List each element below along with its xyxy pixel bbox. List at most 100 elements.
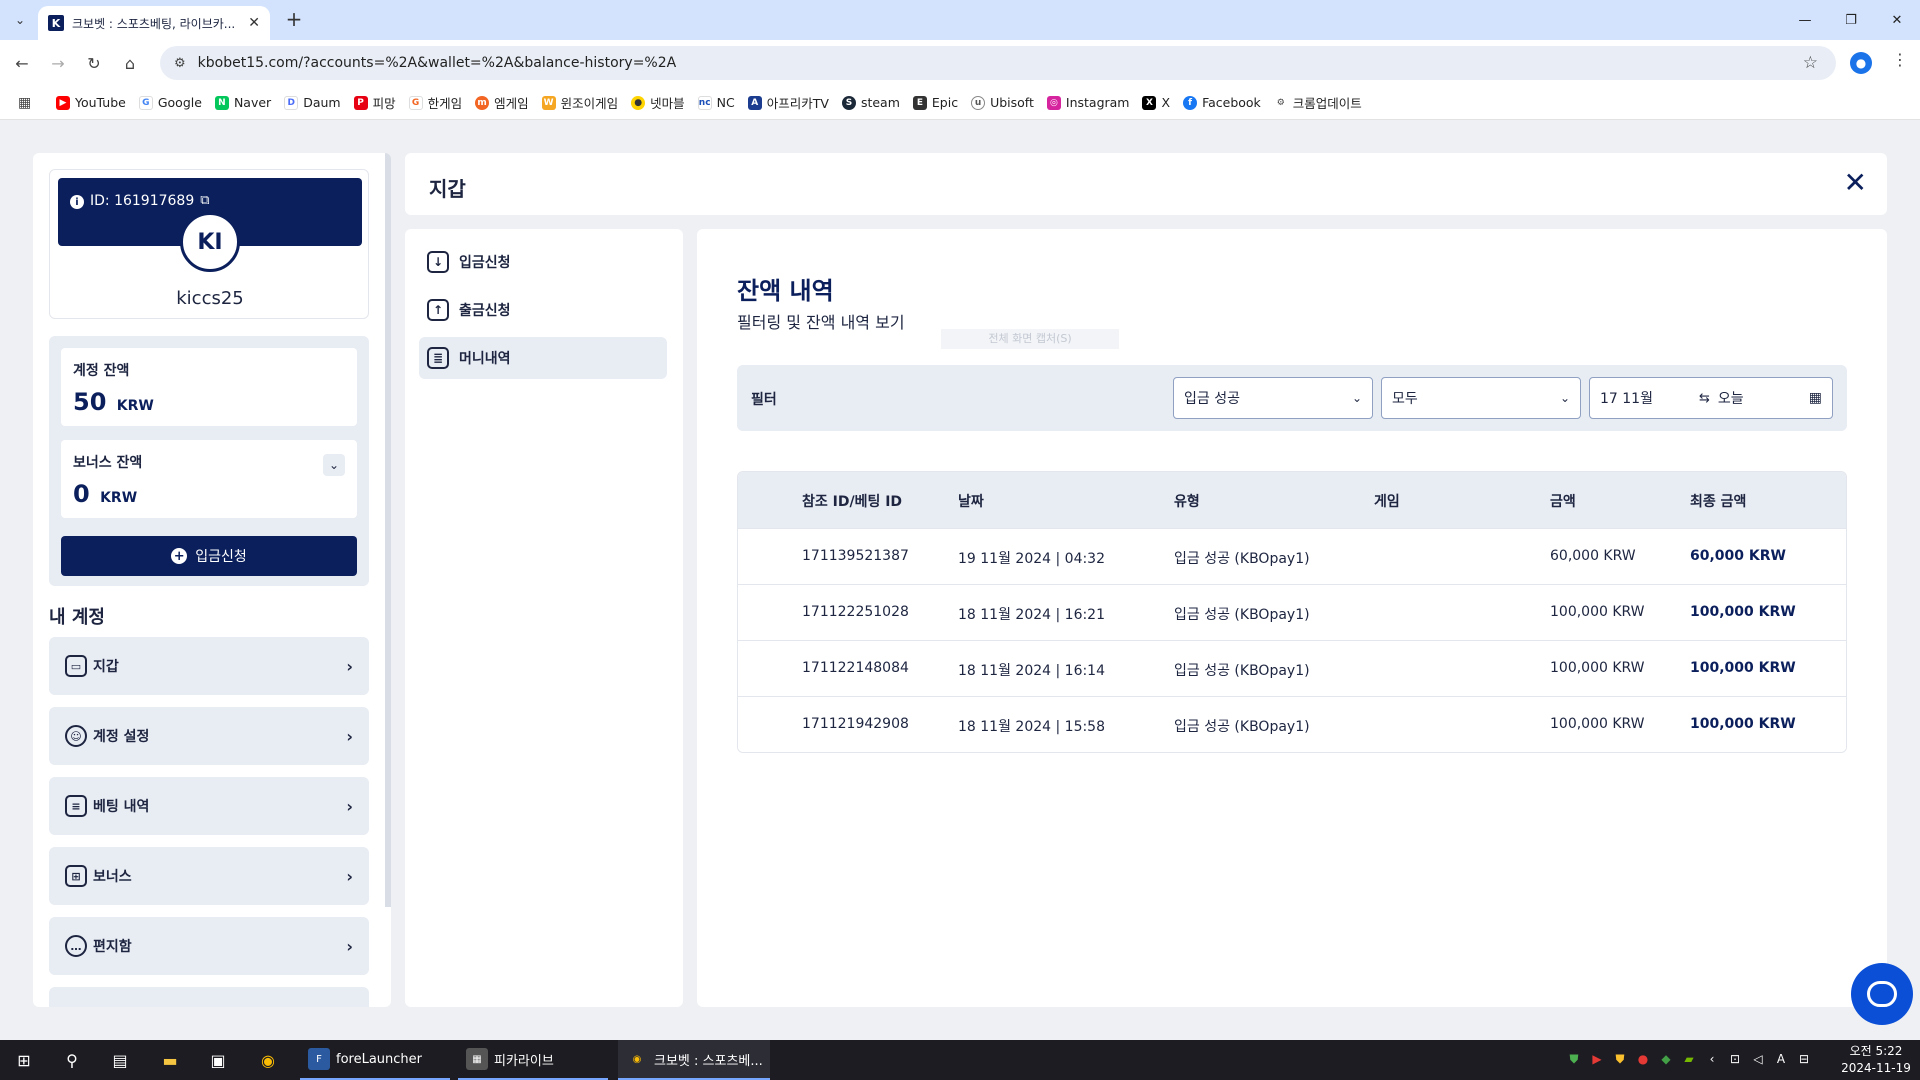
store-icon[interactable]: ▣ xyxy=(206,1048,230,1072)
taskbar-app-chrome-kbobet[interactable]: ◉ 크보벳 : 스포츠베... xyxy=(618,1040,770,1080)
bookmark-nc[interactable]: nc NC xyxy=(697,95,735,110)
live-chat-button[interactable] xyxy=(1851,963,1913,1025)
browser-menu-icon[interactable]: ⋮ xyxy=(1892,50,1908,69)
windows-start-icon[interactable]: ⊞ xyxy=(12,1048,36,1072)
my-account-title: 내 계정 xyxy=(49,607,105,628)
minimize-icon[interactable]: — xyxy=(1782,0,1828,40)
col-amount: 금액 xyxy=(1550,494,1576,510)
bookmark-ubisoft[interactable]: u Ubisoft xyxy=(971,95,1034,110)
bookmark-afreecatv[interactable]: A 아프리카TV xyxy=(747,93,829,112)
menu-item-inbox[interactable]: … 편지함 › xyxy=(49,917,369,975)
filter-game-select[interactable]: 모두 ⌄ xyxy=(1381,377,1581,419)
deposit-button[interactable]: + 입금신청 xyxy=(61,536,357,576)
upload-icon: ↑ xyxy=(427,299,449,321)
sidebar-scrollbar[interactable] xyxy=(385,153,391,907)
chevron-down-icon: ⌄ xyxy=(1351,391,1362,405)
menu-item-wallet[interactable]: ▭ 지갑 › xyxy=(49,637,369,695)
record-icon[interactable]: ● xyxy=(1633,1052,1653,1067)
tab-close-icon[interactable]: ✕ xyxy=(248,15,260,31)
shield-icon[interactable]: ⛊ xyxy=(1564,1052,1584,1067)
volume-icon[interactable]: ◁ xyxy=(1748,1052,1768,1067)
profile-avatar-icon[interactable]: ● xyxy=(1850,52,1872,74)
balance-history-table: 참조 ID/베팅 ID 날짜 유형 게임 금액 최종 금액 1711395213… xyxy=(737,471,1847,753)
nvidia-icon[interactable]: ▰ xyxy=(1679,1052,1699,1067)
search-icon[interactable]: ⚲ xyxy=(60,1048,84,1072)
col-game: 게임 xyxy=(1374,494,1400,510)
menu-item-bonus[interactable]: ⊞ 보너스 › xyxy=(49,847,369,905)
site-info-icon[interactable]: ⚙ xyxy=(174,56,186,71)
security-icon[interactable]: ⛊ xyxy=(1610,1052,1630,1067)
calendar-icon[interactable]: ▦ xyxy=(1809,390,1822,406)
date-range-picker[interactable]: 17 11월 ⇆ 오늘 ▦ xyxy=(1589,377,1833,419)
file-explorer-icon[interactable]: ▬ xyxy=(158,1048,182,1072)
reload-icon[interactable]: ↻ xyxy=(82,51,106,75)
bookmark-star-icon[interactable]: ☆ xyxy=(1803,53,1818,73)
facebook-icon: f xyxy=(1183,95,1198,110)
back-arrow-icon[interactable]: ← xyxy=(10,51,34,75)
system-clock[interactable]: 오전 5:22 2024-11-19 xyxy=(1836,1043,1916,1077)
forward-arrow-icon[interactable]: → xyxy=(46,51,70,75)
bookmark-youtube[interactable]: ▶ YouTube xyxy=(56,95,126,110)
wallet-header: 지갑 ✕ xyxy=(405,153,1887,215)
filter-type-select[interactable]: 입금 성공 ⌄ xyxy=(1173,377,1373,419)
winjoy-icon: W xyxy=(541,95,556,110)
new-tab-plus-icon[interactable]: + xyxy=(282,8,306,32)
netmarble-icon: ● xyxy=(631,95,646,110)
bookmark-mgame[interactable]: m 엠게임 xyxy=(475,93,529,112)
bonus-balance-label: 보너스 잔액 xyxy=(73,455,143,471)
bookmark-pmang[interactable]: P 피망 xyxy=(353,93,396,112)
bookmark-hangame[interactable]: G 한게임 xyxy=(408,93,462,112)
browser-tab-active[interactable]: K 크보벳 : 스포츠베팅, 라이브카... ✕ xyxy=(38,6,270,40)
keyboard-icon[interactable]: ⊟ xyxy=(1794,1052,1814,1067)
chrome-icon[interactable]: ◉ xyxy=(256,1048,280,1072)
wallet-nav-deposit[interactable]: ↓ 입금신청 xyxy=(419,241,667,283)
wallet-nav-withdraw[interactable]: ↑ 출금신청 xyxy=(419,289,667,331)
bookmark-steam[interactable]: Ssteam xyxy=(841,95,900,110)
chevron-down-icon[interactable]: ⌄ xyxy=(323,454,345,476)
app-tray-icon[interactable]: ◆ xyxy=(1656,1052,1676,1067)
epic-icon: E xyxy=(912,95,927,110)
menu-item-betting-history[interactable]: ≡ 베팅 내역 › xyxy=(49,777,369,835)
table-row: 171121942908 18 11월 2024 | 15:58 입금 성공 (… xyxy=(738,696,1846,752)
restore-icon[interactable]: ❐ xyxy=(1828,0,1874,40)
afreecatv-icon: A xyxy=(747,95,762,110)
bookmark-netmarble[interactable]: ● 넷마블 xyxy=(631,93,685,112)
menu-item-account-settings[interactable]: ☺ 계정 설정 › xyxy=(49,707,369,765)
date-to: 오늘 xyxy=(1717,391,1744,407)
system-tray: ⛊ ▶ ⛊ ● ◆ ▰ ‹ ⊡ ◁ A ⊟ xyxy=(1564,1052,1817,1067)
task-view-icon[interactable]: ▤ xyxy=(108,1048,132,1072)
input-method-icon[interactable]: A xyxy=(1771,1052,1791,1067)
play-icon[interactable]: ▶ xyxy=(1587,1052,1607,1067)
close-icon[interactable]: ✕ xyxy=(1844,169,1867,197)
bookmark-daum[interactable]: D Daum xyxy=(284,95,341,110)
balance-history-content: 잔액 내역 필터링 및 잔액 내역 보기 전체 화면 캡처(S) 필터 입금 성… xyxy=(697,229,1887,1007)
bookmark-x[interactable]: XX xyxy=(1142,95,1170,110)
chat-icon: … xyxy=(65,935,87,957)
network-icon[interactable]: ⊡ xyxy=(1725,1052,1745,1067)
bookmark-facebook[interactable]: f Facebook xyxy=(1183,95,1261,110)
taskbar-app-forelauncher[interactable]: F foreLauncher xyxy=(300,1040,450,1080)
bookmark-winjoy[interactable]: W 윈조이게임 xyxy=(541,93,618,112)
page-title: 잔액 내역 xyxy=(737,277,834,305)
bookmark-google[interactable]: G Google xyxy=(138,95,202,110)
taskbar-app-pikalive[interactable]: ▦ 피카라이브 xyxy=(458,1040,608,1080)
chevron-icon[interactable]: ‹ xyxy=(1702,1052,1722,1067)
window-close-icon[interactable]: ✕ xyxy=(1874,0,1920,40)
pikalive-icon: ▦ xyxy=(466,1048,488,1070)
tab-search-chevron-icon[interactable]: ⌄ xyxy=(8,8,32,32)
chat-bubble-icon xyxy=(1867,981,1897,1007)
user-id-label: ID: 161917689 xyxy=(90,193,195,209)
ubisoft-icon: u xyxy=(971,95,986,110)
bookmark-epic[interactable]: E Epic xyxy=(912,95,958,110)
bookmark-chrome-update[interactable]: ⚙ 크롬업데이트 xyxy=(1273,93,1362,112)
receipt-icon: ≡ xyxy=(65,795,87,817)
bookmark-instagram[interactable]: ◎ Instagram xyxy=(1046,95,1129,110)
menu-item-more[interactable] xyxy=(49,987,369,1007)
wallet-nav-money-history[interactable]: ≣ 머니내역 xyxy=(419,337,667,379)
apps-grid-icon[interactable]: ▦ xyxy=(18,95,38,111)
home-icon[interactable]: ⌂ xyxy=(118,51,142,75)
address-bar[interactable]: ⚙ kbobet15.com/?accounts=%2A&wallet=%2A&… xyxy=(160,46,1836,80)
pmang-icon: P xyxy=(353,95,368,110)
copy-icon[interactable]: ⧉ xyxy=(200,193,209,208)
bookmark-naver[interactable]: N Naver xyxy=(214,95,271,110)
